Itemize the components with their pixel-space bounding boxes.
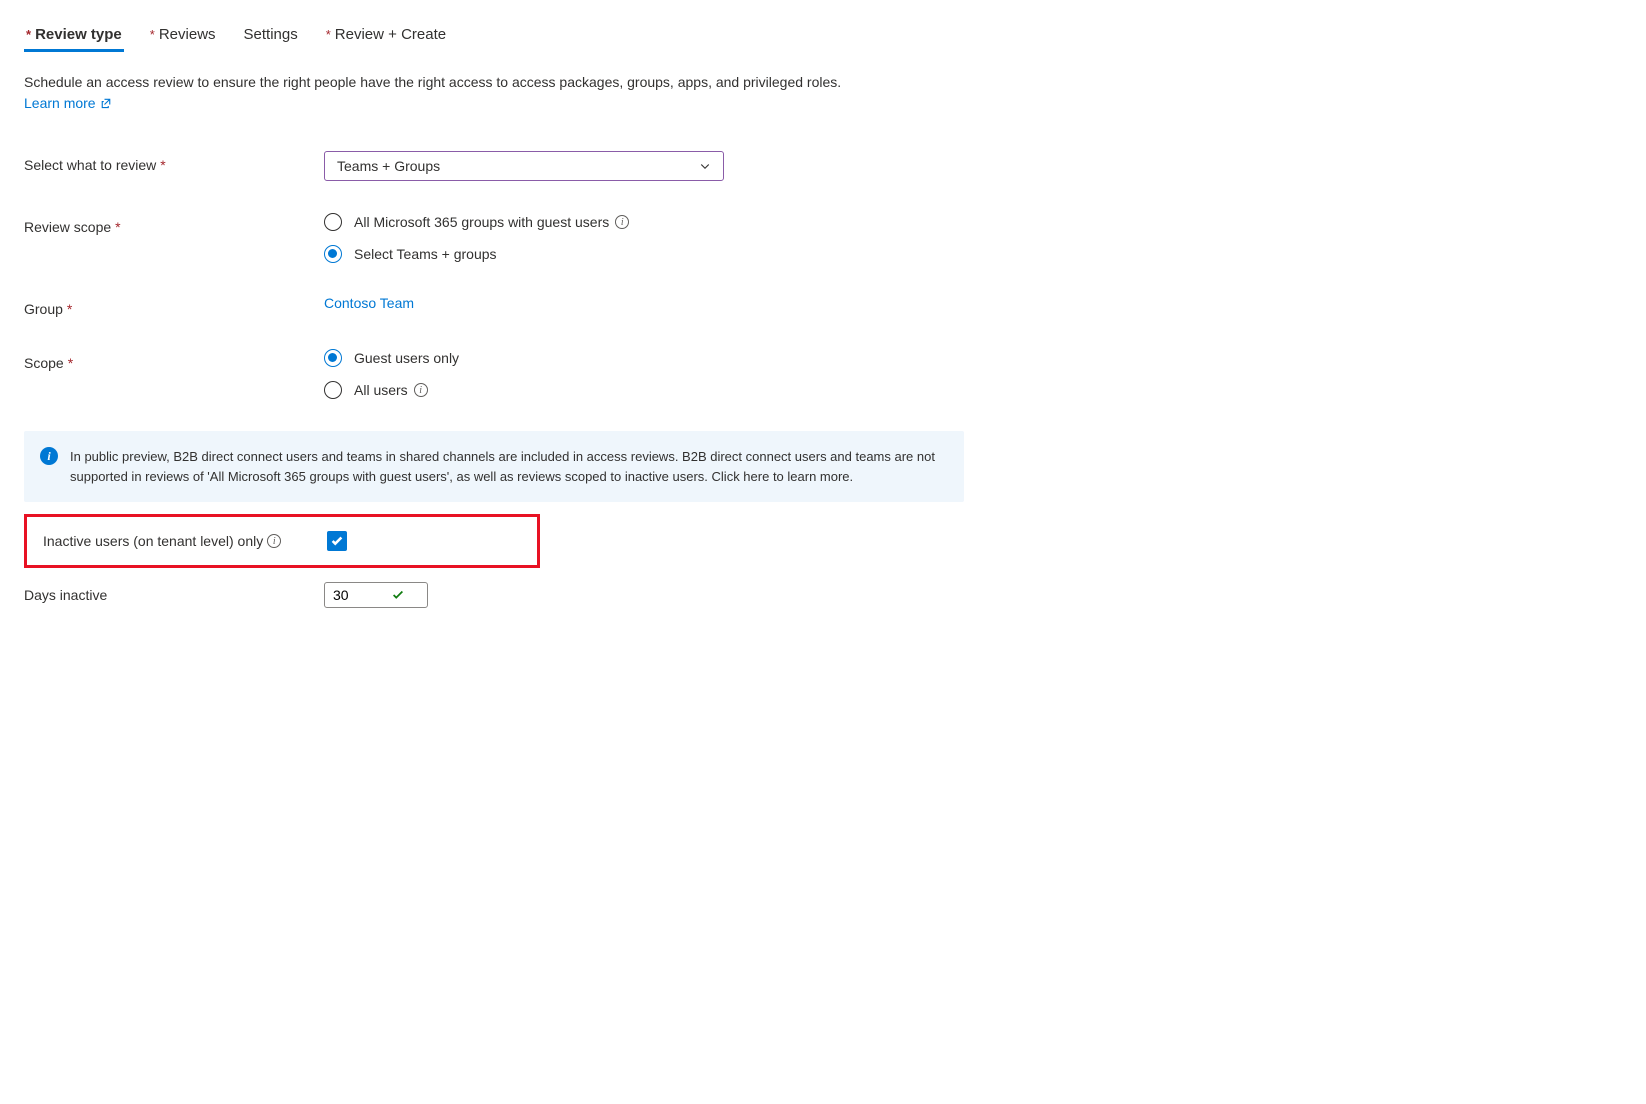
required-indicator: * (67, 301, 72, 317)
radio-label-text: All users (354, 382, 408, 398)
tab-label: Review type (35, 26, 122, 43)
radio-label-text: All Microsoft 365 groups with guest user… (354, 214, 609, 230)
review-scope-label: Review scope * (24, 213, 324, 235)
tab-label: Reviews (159, 26, 216, 43)
tab-reviews[interactable]: * Reviews (148, 20, 218, 52)
radio-guest-users[interactable]: Guest users only (324, 349, 824, 367)
radio-circle (324, 245, 342, 263)
days-inactive-label: Days inactive (24, 587, 324, 603)
info-icon[interactable]: i (414, 383, 428, 397)
info-banner-icon: i (40, 447, 58, 465)
required-indicator: * (26, 27, 31, 42)
days-inactive-row: Days inactive (24, 582, 1622, 608)
days-inactive-input[interactable] (333, 587, 383, 603)
select-what-label: Select what to review * (24, 151, 324, 173)
review-scope-row: Review scope * All Microsoft 365 groups … (24, 213, 1622, 263)
group-label: Group * (24, 295, 324, 317)
tab-review-create[interactable]: * Review + Create (324, 20, 448, 52)
external-link-icon (100, 97, 112, 109)
learn-more-text: Learn more (24, 95, 96, 111)
required-indicator: * (160, 157, 165, 173)
scope-label: Scope * (24, 349, 324, 371)
required-indicator: * (150, 27, 155, 42)
required-indicator: * (326, 27, 331, 42)
scope-row: Scope * Guest users only All users i (24, 349, 1622, 399)
radio-circle (324, 349, 342, 367)
group-link[interactable]: Contoso Team (324, 295, 414, 311)
radio-all-groups[interactable]: All Microsoft 365 groups with guest user… (324, 213, 824, 231)
tab-label: Review + Create (335, 26, 446, 43)
tab-settings[interactable]: Settings (242, 20, 300, 52)
inactive-users-highlight: Inactive users (on tenant level) only i (24, 514, 540, 568)
required-indicator: * (68, 355, 73, 371)
select-what-row: Select what to review * Teams + Groups (24, 151, 1622, 181)
info-banner: i In public preview, B2B direct connect … (24, 431, 964, 502)
radio-circle (324, 213, 342, 231)
checkmark-icon (391, 588, 405, 602)
checkmark-icon (330, 534, 344, 548)
inactive-users-checkbox[interactable] (327, 531, 347, 551)
radio-all-users[interactable]: All users i (324, 381, 824, 399)
info-icon[interactable]: i (615, 215, 629, 229)
group-row: Group * Contoso Team (24, 295, 1622, 317)
radio-select-teams[interactable]: Select Teams + groups (324, 245, 824, 263)
radio-label-text: Select Teams + groups (354, 246, 497, 262)
info-icon[interactable]: i (267, 534, 281, 548)
select-what-value: Teams + Groups (337, 158, 440, 174)
chevron-down-icon (699, 160, 711, 172)
info-banner-text: In public preview, B2B direct connect us… (70, 447, 948, 486)
page-description: Schedule an access review to ensure the … (24, 72, 1622, 93)
radio-label-text: Guest users only (354, 350, 459, 366)
tabs-container: * Review type * Reviews Settings * Revie… (24, 20, 1622, 52)
learn-more-link[interactable]: Learn more (24, 95, 112, 111)
tab-label: Settings (244, 26, 298, 43)
days-inactive-input-wrapper (324, 582, 428, 608)
tab-review-type[interactable]: * Review type (24, 20, 124, 52)
select-what-dropdown[interactable]: Teams + Groups (324, 151, 724, 181)
radio-circle (324, 381, 342, 399)
required-indicator: * (115, 219, 120, 235)
inactive-users-label: Inactive users (on tenant level) only i (43, 533, 327, 549)
